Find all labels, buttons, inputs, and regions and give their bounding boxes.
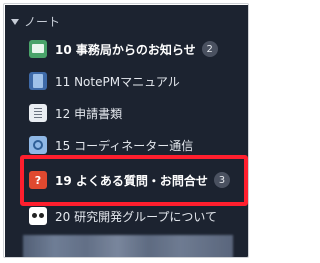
note-item-15[interactable]: 15 コーディネーター通信 <box>29 133 193 157</box>
note-item-label: 12 申請書類 <box>55 106 123 121</box>
note-item-10[interactable]: 10 事務局からのお知らせ 2 <box>29 37 218 61</box>
note-item-11[interactable]: 11 NotePMマニュアル <box>29 69 180 93</box>
document-icon <box>29 104 47 122</box>
manual-book-icon <box>29 72 47 90</box>
notice-board-icon <box>29 40 47 58</box>
blurred-content <box>23 235 233 257</box>
note-item-20[interactable]: 20 研究開発グループについて <box>29 204 217 228</box>
note-item-label: 20 研究開発グループについて <box>55 209 218 224</box>
note-item-12[interactable]: 12 申請書類 <box>29 101 122 125</box>
note-item-19[interactable]: ? 19 よくある質問・お問合せ 3 <box>29 168 230 192</box>
question-icon: ? <box>29 171 47 189</box>
screenshot-frame: ノート 10 事務局からのお知らせ 2 11 NotePMマニュアル 12 申請… <box>3 3 249 258</box>
note-sidebar: ノート 10 事務局からのお知らせ 2 11 NotePMマニュアル 12 申請… <box>5 5 248 257</box>
link-icon <box>29 136 47 154</box>
note-item-label: 11 NotePMマニュアル <box>55 74 180 89</box>
notes-section-title: ノート <box>24 15 61 29</box>
notes-section-header[interactable]: ノート <box>11 13 60 30</box>
note-item-label: 19 よくある質問・お問合せ <box>55 173 208 188</box>
unread-count-badge: 2 <box>201 41 218 57</box>
note-item-label: 10 事務局からのお知らせ <box>55 42 196 57</box>
group-icon <box>29 207 47 225</box>
caret-down-icon[interactable] <box>11 18 19 25</box>
note-item-label: 15 コーディネーター通信 <box>55 138 194 153</box>
unread-count-badge: 3 <box>213 172 230 188</box>
